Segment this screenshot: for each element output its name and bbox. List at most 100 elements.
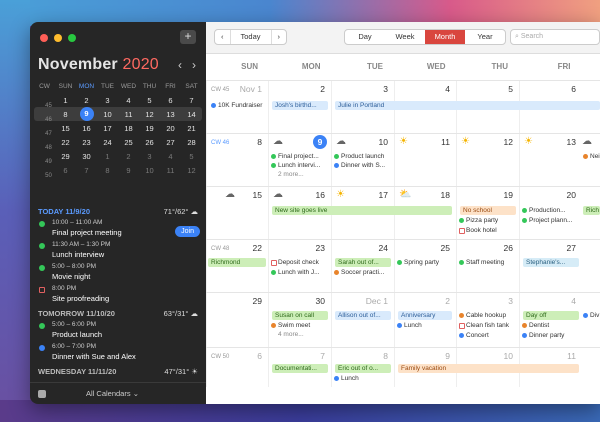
event-bar[interactable]: Stephanie's...: [523, 258, 579, 267]
event-bar[interactable]: Day off: [523, 311, 579, 320]
mini-day[interactable]: 2: [118, 152, 139, 161]
event-item[interactable]: Lunch with J...: [270, 268, 330, 277]
mini-day[interactable]: 12: [139, 110, 160, 119]
event-item[interactable]: Div: [582, 311, 600, 320]
mini-day[interactable]: 23: [76, 138, 97, 147]
mini-day[interactable]: 3: [97, 96, 118, 105]
event-item[interactable]: Dentist: [521, 321, 581, 330]
mini-day[interactable]: 4: [160, 152, 181, 161]
view-day-button[interactable]: Day: [345, 30, 385, 44]
mini-day[interactable]: 16: [76, 124, 97, 133]
event-item[interactable]: Lunch intervi...: [270, 161, 330, 170]
mini-day[interactable]: 8: [55, 110, 76, 119]
today-button[interactable]: Today: [229, 30, 272, 44]
next-period-button[interactable]: ›: [272, 30, 287, 44]
mini-day[interactable]: 1: [97, 152, 118, 161]
event-item[interactable]: Final project...: [270, 152, 330, 161]
mini-day[interactable]: 8: [97, 166, 118, 175]
minimize-button[interactable]: [54, 34, 62, 42]
mini-day[interactable]: 6: [55, 166, 76, 175]
agenda-event[interactable]: 5:00 – 6:00 PM Product launch: [30, 320, 206, 342]
mini-day[interactable]: 10: [97, 110, 118, 119]
task-item[interactable]: Book hotel: [458, 226, 518, 235]
prev-period-button[interactable]: ‹: [215, 30, 230, 44]
event-item[interactable]: Spring party: [396, 258, 454, 267]
zoom-button[interactable]: [68, 34, 76, 42]
event-bar[interactable]: Sarah out of...: [335, 258, 391, 267]
view-week-button[interactable]: Week: [385, 30, 425, 44]
add-event-button[interactable]: +: [180, 30, 196, 44]
mini-day[interactable]: 9: [118, 166, 139, 175]
day-cell[interactable]: ☀ 11: [394, 134, 456, 186]
task-item[interactable]: Deposit check: [270, 258, 330, 267]
day-cell[interactable]: ☁ 15: [206, 187, 268, 239]
more-events-link[interactable]: 4 more...: [278, 331, 304, 338]
event-item[interactable]: Nei: [582, 152, 600, 161]
event-item[interactable]: Soccer practi...: [333, 268, 393, 277]
agenda-event[interactable]: 11:30 AM – 1:30 PM Lunch interview: [30, 240, 206, 262]
day-cell[interactable]: 29: [206, 293, 268, 347]
mini-day[interactable]: 5: [139, 96, 160, 105]
mini-day[interactable]: 27: [160, 138, 181, 147]
mini-day[interactable]: 6: [160, 96, 181, 105]
event-item[interactable]: Concert: [458, 331, 518, 340]
event-item[interactable]: Staff meeting: [458, 258, 518, 267]
mini-day[interactable]: 28: [181, 138, 202, 147]
day-cell[interactable]: Dec 1: [331, 293, 394, 347]
event-item[interactable]: Product launch: [333, 152, 393, 161]
event-bar[interactable]: Julie in Portland: [335, 101, 600, 110]
mini-day[interactable]: 20: [160, 124, 181, 133]
mini-day[interactable]: 19: [139, 124, 160, 133]
day-cell[interactable]: ☀ 12: [456, 134, 519, 186]
event-item[interactable]: Dinner with S...: [333, 161, 393, 170]
mini-day[interactable]: 21: [181, 124, 202, 133]
mini-day[interactable]: 13: [160, 110, 181, 119]
day-cell[interactable]: 30: [268, 293, 331, 347]
mini-day[interactable]: 3: [139, 152, 160, 161]
search-input[interactable]: ⌕ Search: [510, 29, 600, 45]
mini-day[interactable]: 11: [160, 166, 181, 175]
event-item[interactable]: 10K Fundraiser: [210, 101, 268, 110]
mini-day[interactable]: 1: [55, 96, 76, 105]
more-events-link[interactable]: 2 more...: [278, 171, 304, 178]
mini-day[interactable]: 24: [97, 138, 118, 147]
mini-day[interactable]: 7: [181, 96, 202, 105]
event-item[interactable]: Dinner party: [521, 331, 581, 340]
mini-day[interactable]: 10: [139, 166, 160, 175]
view-month-button[interactable]: Month: [425, 30, 465, 44]
mini-day[interactable]: 5: [181, 152, 202, 161]
event-item[interactable]: Cable hookup: [458, 311, 518, 320]
agenda-task[interactable]: 8:00 PM Site proofreading: [30, 284, 206, 306]
event-item[interactable]: Lunch: [396, 321, 454, 330]
mini-day[interactable]: 11: [118, 110, 139, 119]
mini-day[interactable]: 14: [181, 110, 202, 119]
event-bar[interactable]: Anniversary: [398, 311, 452, 320]
mini-day[interactable]: 22: [55, 138, 76, 147]
event-bar[interactable]: Josh's birthd...: [272, 101, 328, 110]
day-cell[interactable]: CW 46 8: [206, 134, 268, 186]
mini-day[interactable]: 2: [76, 96, 97, 105]
calendar-sets-checkbox[interactable]: [38, 389, 46, 398]
event-item[interactable]: Swim meet: [270, 321, 330, 330]
event-bar[interactable]: Documentati...: [272, 364, 328, 373]
mini-day[interactable]: 18: [118, 124, 139, 133]
task-item[interactable]: Clean fish tank: [458, 321, 518, 330]
day-cell[interactable]: CW 50 6: [206, 348, 268, 387]
agenda-event[interactable]: 5:00 – 8:00 PM Movie night: [30, 262, 206, 284]
event-item[interactable]: Project plann...: [521, 216, 581, 225]
event-bar[interactable]: No school: [460, 206, 516, 215]
event-item[interactable]: Pizza party: [458, 216, 518, 225]
all-calendars-dropdown[interactable]: All Calendars ⌄: [86, 389, 139, 398]
mini-day[interactable]: 17: [97, 124, 118, 133]
mini-day[interactable]: 30: [76, 152, 97, 161]
event-bar[interactable]: Eric out of o...: [335, 364, 391, 373]
close-button[interactable]: [40, 34, 48, 42]
event-bar[interactable]: Rich: [583, 206, 600, 215]
event-item[interactable]: Lunch: [333, 374, 393, 383]
event-bar[interactable]: New site goes live: [272, 206, 452, 215]
mini-day[interactable]: 4: [118, 96, 139, 105]
mini-day[interactable]: 15: [55, 124, 76, 133]
mini-day[interactable]: 25: [118, 138, 139, 147]
agenda-event[interactable]: 6:00 – 7:00 PM Dinner with Sue and Alex: [30, 342, 206, 364]
mini-day[interactable]: 12: [181, 166, 202, 175]
